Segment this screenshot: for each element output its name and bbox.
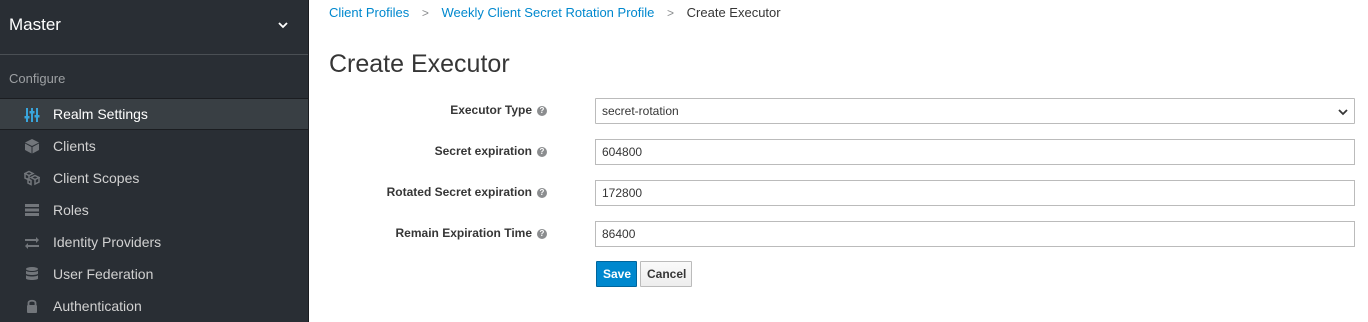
breadcrumb: Client Profiles > Weekly Client Secret R…	[329, 5, 781, 20]
database-icon	[26, 267, 38, 280]
secret-expiration-label: Secret expiration?	[435, 144, 547, 158]
sidebar-item-label: Roles	[53, 202, 89, 218]
sidebar-item-realm-settings[interactable]: Realm Settings	[0, 98, 308, 130]
chevron-down-icon	[1338, 109, 1348, 116]
breadcrumb-current: Create Executor	[686, 5, 781, 20]
sidebar-item-client-scopes[interactable]: Client Scopes	[0, 162, 308, 194]
realm-selector[interactable]: Master	[0, 0, 308, 55]
help-icon[interactable]: ?	[537, 188, 547, 198]
cubes-icon	[24, 170, 40, 186]
breadcrumb-separator-icon: >	[667, 6, 675, 20]
sidebar-item-roles[interactable]: Roles	[0, 194, 308, 226]
help-icon[interactable]: ?	[537, 147, 547, 157]
sidebar-item-label: Identity Providers	[53, 234, 162, 250]
sidebar-item-user-federation[interactable]: User Federation	[0, 258, 308, 290]
main-content: Client Profiles > Weekly Client Secret R…	[309, 0, 1368, 322]
save-button[interactable]: Save	[596, 261, 637, 287]
secret-expiration-row: Secret expiration?	[309, 139, 1368, 165]
rotated-secret-expiration-row: Rotated Secret expiration?	[309, 180, 1368, 206]
lock-icon	[27, 299, 37, 313]
sidebar: Master Configure Realm Settings Clients …	[0, 0, 309, 322]
section-label-configure: Configure	[9, 71, 66, 86]
rotated-secret-expiration-label: Rotated Secret expiration?	[387, 185, 547, 199]
sidebar-item-label: Authentication	[53, 298, 142, 314]
rotated-secret-expiration-input[interactable]	[595, 180, 1355, 206]
sidebar-item-identity-providers[interactable]: Identity Providers	[0, 226, 308, 258]
help-icon[interactable]: ?	[537, 229, 547, 239]
cancel-button[interactable]: Cancel	[640, 261, 692, 287]
secret-expiration-input[interactable]	[595, 139, 1355, 165]
chevron-down-icon	[278, 22, 288, 29]
sidebar-item-label: Realm Settings	[53, 106, 148, 122]
cube-icon	[25, 139, 39, 154]
executor-type-label: Executor Type?	[450, 103, 547, 117]
realm-name: Master	[9, 15, 61, 34]
sidebar-item-authentication[interactable]: Authentication	[0, 290, 308, 322]
help-icon[interactable]: ?	[537, 106, 547, 116]
sidebar-item-label: Client Scopes	[53, 170, 140, 186]
sliders-icon	[24, 108, 40, 122]
executor-type-value: secret-rotation	[602, 104, 679, 118]
sidebar-item-clients[interactable]: Clients	[0, 130, 308, 162]
remain-expiration-time-input[interactable]	[595, 221, 1355, 247]
executor-type-select[interactable]: secret-rotation	[595, 98, 1355, 124]
remain-expiration-time-label: Remain Expiration Time?	[396, 226, 547, 240]
executor-type-row: Executor Type? secret-rotation	[309, 98, 1368, 124]
sidebar-item-label: User Federation	[53, 266, 154, 282]
exchange-icon	[25, 237, 39, 249]
breadcrumb-client-profiles[interactable]: Client Profiles	[329, 5, 409, 20]
breadcrumb-profile[interactable]: Weekly Client Secret Rotation Profile	[441, 5, 654, 20]
remain-expiration-time-row: Remain Expiration Time?	[309, 221, 1368, 247]
sidebar-item-label: Clients	[53, 138, 96, 154]
breadcrumb-separator-icon: >	[421, 6, 429, 20]
page-title: Create Executor	[329, 50, 510, 78]
roles-icon	[25, 204, 39, 216]
